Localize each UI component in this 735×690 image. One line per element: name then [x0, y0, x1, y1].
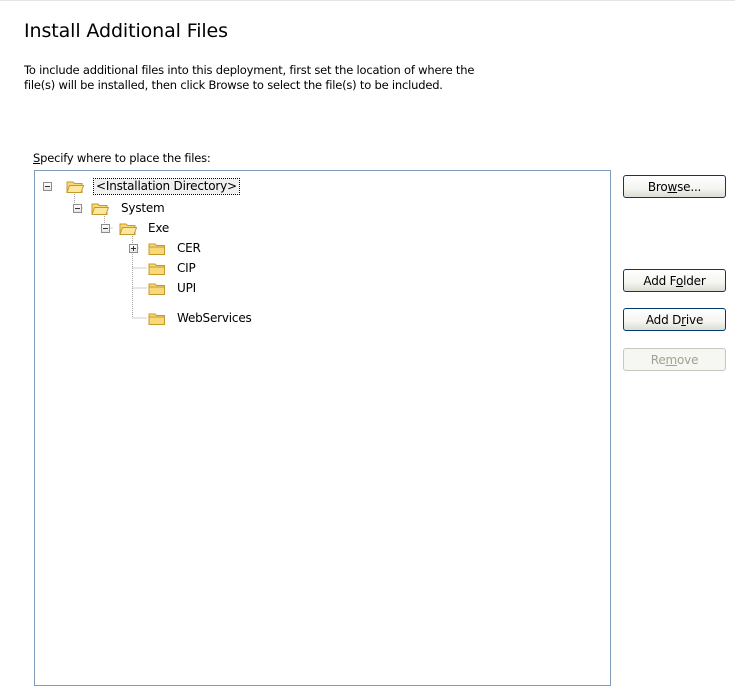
tree-node-upi[interactable]: UPI [175, 281, 198, 296]
add-folder-label-post: lder [683, 273, 706, 288]
remove-label-pre: Re [650, 352, 666, 367]
tree-node-installation-directory[interactable]: <Installation Directory> [93, 178, 240, 195]
tree-connector-lines [74, 188, 147, 319]
tree-node-webservices[interactable]: WebServices [175, 311, 254, 326]
tree-label-text: pecify where to place the files: [40, 151, 211, 165]
browse-button[interactable]: Browse... [623, 175, 726, 198]
folder-icon [148, 243, 165, 255]
add-folder-label-pre: Add F [643, 273, 676, 288]
top-divider [0, 0, 735, 1]
instructions-line-2: file(s) will be installed, then click Br… [24, 78, 443, 92]
page-title: Install Additional Files [24, 20, 228, 42]
folder-icon [148, 313, 165, 325]
tree-node-cer[interactable]: CER [175, 241, 203, 256]
instructions-text: To include additional files into this de… [24, 63, 474, 93]
tree-node-cip[interactable]: CIP [175, 261, 198, 276]
collapse-toggle-icon[interactable] [73, 204, 82, 213]
add-drive-button[interactable]: Add Drive [623, 308, 726, 331]
remove-label-key: m [665, 352, 678, 367]
expand-toggle-icon[interactable] [129, 244, 138, 253]
collapse-toggle-icon[interactable] [101, 224, 110, 233]
browse-label-pre: Bro [647, 179, 668, 194]
folder-icon [148, 283, 165, 295]
remove-label-post: ove [677, 352, 699, 367]
open-folder-icon [66, 181, 84, 193]
add-folder-button[interactable]: Add Folder [623, 269, 726, 292]
collapse-toggle-icon[interactable] [43, 182, 52, 191]
add-drive-label-pre: Add D [645, 312, 682, 327]
remove-button[interactable]: Remove [623, 348, 726, 371]
add-drive-label-post: ive [685, 312, 704, 327]
instructions-line-1: To include additional files into this de… [24, 63, 475, 77]
folder-icon [148, 263, 165, 275]
browse-label-key: w [667, 179, 678, 194]
tree-node-exe[interactable]: Exe [146, 221, 171, 236]
folder-tree[interactable]: <Installation Directory> System Exe CER … [34, 170, 611, 686]
tree-label: Specify where to place the files: [33, 151, 211, 165]
open-folder-icon [119, 223, 137, 235]
browse-label-post: se... [677, 179, 702, 194]
tree-node-system[interactable]: System [119, 201, 167, 216]
open-folder-icon [91, 203, 109, 215]
